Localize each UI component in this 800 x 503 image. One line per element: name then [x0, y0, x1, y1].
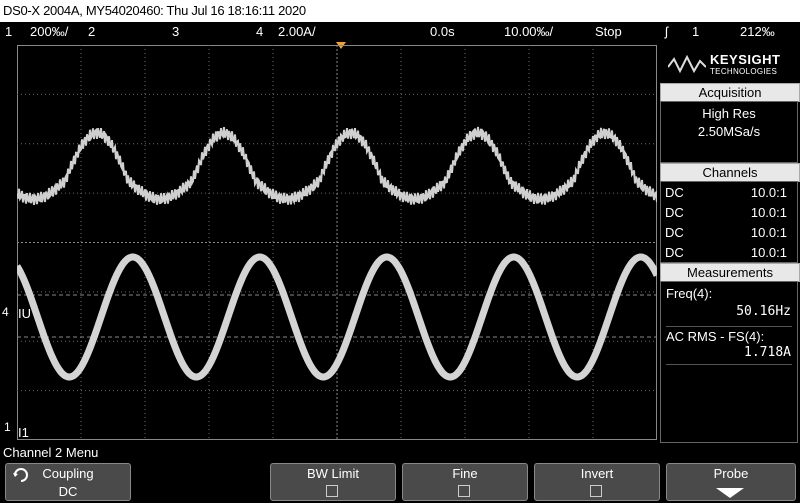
- ch2-label[interactable]: 2: [88, 22, 95, 41]
- trigger-level[interactable]: 212‰: [740, 22, 775, 41]
- ch4-probe: 10.0:1: [750, 245, 787, 260]
- acquisition-panel: High Res 2.50MSa/s: [660, 101, 798, 163]
- measurements-header[interactable]: Measurements: [660, 263, 800, 282]
- coupling-label: Coupling: [42, 466, 94, 481]
- measurement-divider: [666, 364, 792, 365]
- channel-row-4: DC 10.0:1: [665, 245, 793, 260]
- invert-label: Invert: [580, 466, 614, 481]
- info-panel: KEYSIGHT TECHNOLOGIES Acquisition High R…: [660, 45, 800, 443]
- ch4-coupling: DC: [665, 245, 684, 260]
- channels-header[interactable]: Channels: [660, 163, 800, 182]
- bw-limit-softkey[interactable]: BW Limit: [270, 463, 396, 501]
- logo-line1: KEYSIGHT: [710, 52, 781, 67]
- rms-value: 1.718A: [744, 345, 791, 360]
- trigger-channel[interactable]: 1: [692, 22, 699, 41]
- probe-softkey[interactable]: Probe: [666, 463, 796, 501]
- ch4-label[interactable]: 4: [256, 22, 263, 41]
- iu-label: IU: [18, 306, 31, 321]
- ch1-probe: 10.0:1: [750, 185, 787, 200]
- ch1-label[interactable]: 1: [5, 22, 12, 41]
- ch2-probe: 10.0:1: [750, 205, 787, 220]
- keysight-wave-icon: [668, 55, 706, 74]
- graticule-grid: [17, 45, 657, 440]
- bw-limit-checkbox[interactable]: [326, 485, 338, 497]
- coupling-softkey[interactable]: Coupling DC: [5, 463, 131, 501]
- status-bar: 1 200‰/ 2 3 4 2.00A/ 0.0s 10.00‰/ Stop ʃ…: [0, 22, 800, 41]
- trigger-edge-icon: ʃ: [665, 24, 668, 39]
- logo-line2: TECHNOLOGIES: [710, 67, 778, 76]
- fine-softkey[interactable]: Fine: [402, 463, 528, 501]
- ch1-scale[interactable]: 200‰/: [30, 22, 68, 41]
- time-scale[interactable]: 10.00‰/: [504, 22, 553, 41]
- acq-mode: High Res: [702, 106, 756, 121]
- invert-softkey[interactable]: Invert: [534, 463, 660, 501]
- time-delay[interactable]: 0.0s: [430, 22, 455, 41]
- channel-row-2: DC 10.0:1: [665, 205, 793, 220]
- menu-title: Channel 2 Menu: [3, 445, 99, 460]
- ch1-coupling: DC: [665, 185, 684, 200]
- freq-value: 50.16Hz: [736, 304, 791, 319]
- ch3-label[interactable]: 3: [172, 22, 179, 41]
- channels-panel: DC 10.0:1 DC 10.0:1 DC 10.0:1 DC 10.0:1: [660, 181, 798, 263]
- waveform-display[interactable]: [17, 45, 657, 440]
- ch3-probe: 10.0:1: [750, 225, 787, 240]
- invert-checkbox[interactable]: [590, 485, 602, 497]
- acq-rate: 2.50MSa/s: [697, 124, 761, 139]
- acquisition-header[interactable]: Acquisition: [660, 83, 800, 102]
- submenu-arrow-icon: [716, 488, 744, 498]
- channel-row-1: DC 10.0:1: [665, 185, 793, 200]
- ch4-scale[interactable]: 2.00A/: [278, 22, 316, 41]
- run-state[interactable]: Stop: [595, 22, 622, 41]
- rms-label: AC RMS - FS(4):: [666, 326, 792, 344]
- ch1-ground-marker[interactable]: 1: [4, 420, 11, 434]
- ch4-ground-marker[interactable]: 4: [2, 305, 9, 319]
- measurements-panel: Freq(4): 50.16Hz AC RMS - FS(4): 1.718A: [660, 281, 798, 443]
- i1-label: I1: [18, 425, 29, 440]
- window-title: DS0-X 2004A, MY54020460: Thu Jul 16 18:1…: [0, 0, 800, 22]
- fine-label: Fine: [452, 466, 478, 481]
- ch2-coupling: DC: [665, 205, 684, 220]
- fine-checkbox[interactable]: [458, 485, 470, 497]
- freq-label: Freq(4):: [666, 286, 713, 301]
- coupling-value: DC: [58, 484, 78, 499]
- keysight-logo: KEYSIGHT TECHNOLOGIES: [660, 45, 800, 85]
- probe-label: Probe: [713, 466, 749, 481]
- channel-row-3: DC 10.0:1: [665, 225, 793, 240]
- ch3-coupling: DC: [665, 225, 684, 240]
- bw-limit-label: BW Limit: [307, 466, 359, 481]
